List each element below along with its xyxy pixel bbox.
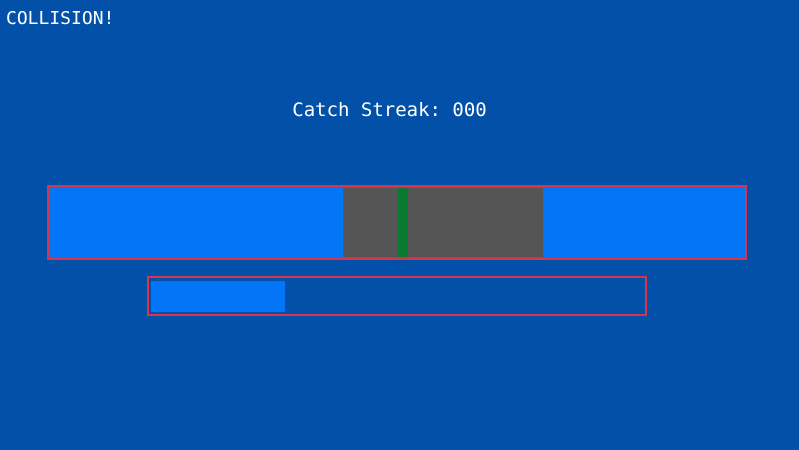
catch-progress-bar bbox=[147, 276, 647, 316]
catch-streak-label: Catch Streak: bbox=[292, 99, 441, 121]
catch-streak-value: 000 bbox=[452, 99, 487, 121]
catch-zone bbox=[343, 188, 543, 257]
catch-track bbox=[47, 185, 747, 260]
catch-streak-display: Catch Streak: 000 bbox=[0, 97, 779, 123]
catch-marker bbox=[398, 188, 408, 257]
catch-progress-fill bbox=[151, 281, 285, 312]
collision-status-text: COLLISION! bbox=[6, 8, 115, 29]
